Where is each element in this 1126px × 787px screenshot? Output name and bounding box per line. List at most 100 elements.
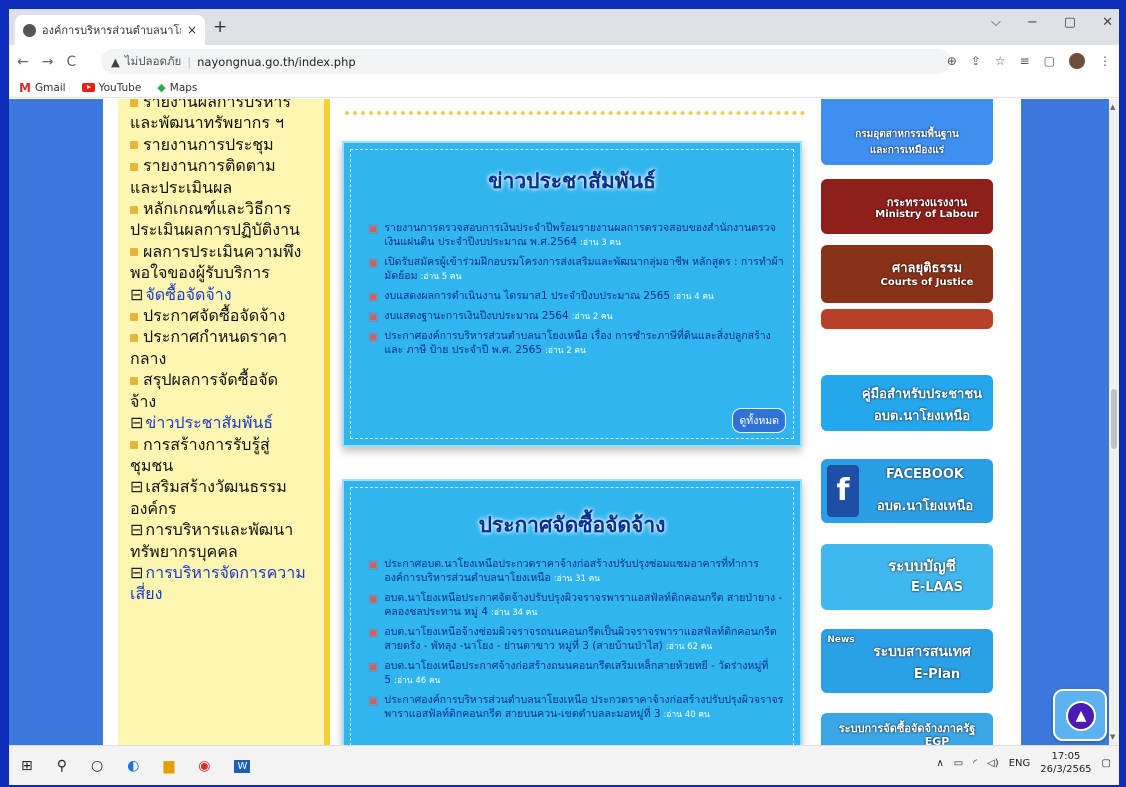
sidebar-menu-item[interactable]: พอใจของผู้รับบริการ (130, 262, 324, 283)
sidebar-menu-item[interactable]: และประเมินผล (130, 177, 324, 198)
warning-icon[interactable]: ▲ (111, 55, 120, 69)
list-item[interactable]: ▣ ประกาศองค์การบริหารส่วนตำบลนาโยงเหนือ เ… (368, 329, 788, 358)
list-item-text[interactable]: ประกาศอบต.นาโยงเหนือประกวดราคาจ้างก่อสร้… (384, 557, 788, 586)
sidebar-menu-item[interactable]: รายงานผลการบริหาร (130, 99, 324, 112)
list-item[interactable]: ▣ อบต.นาโยงเหนือจ้างซ่อมผิวจราจรถนนคอนกรี… (368, 625, 788, 654)
list-item-text[interactable]: งบแสดงฐานะการเงินปีงบประมาณ 2564:อ่าน 2 … (384, 309, 612, 324)
facebook-banner[interactable]: f FACEBOOK อบต.นาโยงเหนือ (821, 459, 993, 523)
file-explorer-icon[interactable]: ▆ (163, 758, 174, 774)
sidebar-menu-item[interactable]: เสี่ยง (130, 583, 324, 604)
sidebar-menu-item[interactable]: ประกาศกำหนดราคา (130, 326, 324, 347)
list-item[interactable]: ▣ งบแสดงผลการดำเนินงาน ไตรมาส1 ประจำปีงบป… (368, 289, 788, 304)
dbd-link-banner[interactable]: กรมอุตสาหกรรมพื้นฐาน และการเหมืองแร่ (821, 99, 993, 165)
sidebar-menu-item[interactable]: ⊟ จัดซื้อจัดจ้าง (130, 284, 324, 305)
list-item-text[interactable]: งบแสดงผลการดำเนินงาน ไตรมาส1 ประจำปีงบปร… (384, 289, 713, 304)
sidebar-menu-item[interactable]: จ้าง (130, 391, 324, 412)
list-item-text[interactable]: อบต.นาโยงเหนือจ้างซ่อมผิวจราจรถนนคอนกรีต… (384, 625, 788, 654)
profile-avatar[interactable] (1069, 53, 1085, 69)
folder-icon: ▣ (368, 558, 379, 571)
word-icon[interactable]: W (234, 759, 251, 773)
volume-icon[interactable]: ◁) (987, 758, 999, 769)
list-item-text[interactable]: อบต.นาโยงเหนือประกาศจัดจ้างปรับปรุงผิวจร… (384, 591, 788, 620)
zoom-icon[interactable]: ⊕ (947, 54, 957, 68)
bookmark-gmail[interactable]: M Gmail (19, 81, 66, 95)
labour-ministry-banner[interactable]: กระทรวงแรงงาน Ministry of Labour (821, 179, 993, 234)
new-tab-button[interactable]: + (213, 17, 227, 37)
side-panel-icon[interactable]: ▢ (1044, 54, 1055, 68)
scrollbar-thumb[interactable] (1111, 389, 1117, 449)
scroll-down-arrow-icon[interactable]: ▼ (1110, 733, 1115, 741)
sidebar-menu-item[interactable]: รายงานการประชุม (130, 134, 324, 155)
e-plan-banner[interactable]: News ระบบสารสนเทศ E-Plan (821, 629, 993, 693)
page-scrollbar[interactable]: ▲ ▼ (1109, 99, 1119, 745)
language-indicator[interactable]: ENG (1009, 758, 1031, 769)
list-item-text[interactable]: ประกาศองค์การบริหารส่วนตำบลนาโยงเหนือ ปร… (384, 693, 788, 722)
close-window-button[interactable]: ✕ (1102, 15, 1113, 30)
url-text[interactable]: nayongnua.go.th/index.php (197, 55, 356, 69)
bookmark-youtube[interactable]: YouTube (81, 82, 141, 94)
sidebar-menu-item[interactable]: ⊟ การบริหารและพัฒนา (130, 519, 324, 540)
menu-dots-icon[interactable]: ⋮ (1099, 54, 1111, 68)
edge-icon[interactable]: ◐ (127, 758, 139, 774)
back-button[interactable]: ← (17, 54, 29, 70)
sidebar-menu-item[interactable]: ประกาศจัดซื้อจัดจ้าง (130, 305, 324, 326)
citizen-manual-banner[interactable]: คู่มือสำหรับประชาชน อบต.นาโยงเหนือ (821, 375, 993, 431)
bookmark-maps[interactable]: ◆ Maps (157, 81, 197, 94)
egp-banner[interactable]: ระบบการจัดซื้อจัดจ้างภาครัฐ EGP (821, 713, 993, 745)
url-bar[interactable]: ▲ ไม่ปลอดภัย | nayongnua.go.th/index.php (101, 49, 951, 74)
network-icon[interactable]: ◜ (973, 758, 977, 769)
list-item[interactable]: ▣ ประกาศองค์การบริหารส่วนตำบลนาโยงเหนือ ป… (368, 693, 788, 722)
sidebar-menu-item[interactable]: สรุปผลการจัดซื้อจัด (130, 369, 324, 390)
list-item[interactable]: ▣ เปิดรับสมัครผู้เข้าร่วมฝึกอบรมโครงการส่… (368, 255, 788, 284)
sidebar-menu-item[interactable]: ⊟ การบริหารจัดการความ (130, 562, 324, 583)
sidebar-menu-item[interactable]: ผลการประเมินความพึง (130, 241, 324, 262)
sidebar-menu-item[interactable]: และพัฒนาทรัพยากร ฯ (130, 112, 324, 133)
battery-icon[interactable]: ▭ (954, 758, 963, 769)
list-item[interactable]: ▣ งบแสดงฐานะการเงินปีงบประมาณ 2564:อ่าน 2… (368, 309, 788, 324)
sidebar-menu-item[interactable]: ประเมินผลการปฏิบัติงาน (130, 219, 324, 240)
sidebar-menu-item[interactable]: องค์กร (130, 498, 324, 519)
sidebar-menu-item[interactable]: กลาง (130, 348, 324, 369)
show-hidden-icons-icon[interactable]: ∧ (936, 758, 943, 769)
sidebar-menu-item[interactable]: รายงานการติดตาม (130, 155, 324, 176)
list-item[interactable]: ▣ อบต.นาโยงเหนือประกาศจัดจ้างปรับปรุงผิวจ… (368, 591, 788, 620)
clock[interactable]: 17:05 26/3/2565 (1040, 750, 1091, 776)
reload-button[interactable]: C (66, 54, 76, 70)
scroll-to-top-button[interactable]: ▲ (1053, 689, 1107, 741)
list-item-text[interactable]: รายงานการตรวจสอบการเงินประจำปีพร้อมรายงา… (384, 221, 788, 250)
minimize-button[interactable]: − (1027, 15, 1038, 30)
sidebar-menu-item[interactable]: หลักเกณฑ์และวิธีการ (130, 198, 324, 219)
chrome-icon[interactable]: ◉ (198, 758, 210, 774)
sidebar-menu-item[interactable]: ชุมชน (130, 455, 324, 476)
bookmark-star-icon[interactable]: ☆ (995, 54, 1006, 68)
notifications-icon[interactable]: ▢ (1102, 758, 1111, 769)
see-all-news-button[interactable]: ดูทั้งหมด (732, 408, 786, 433)
sidebar-menu-item[interactable]: ⊟ เสริมสร้างวัฒนธรรม (130, 476, 324, 497)
browser-tab[interactable]: องค์การบริหารส่วนตำบลนาโยงเหนือ × (15, 15, 205, 45)
search-icon[interactable]: ⚲ (57, 758, 67, 774)
web-page: รายงานผลการบริหาร และพัฒนาทรัพยากร ฯรายงา… (9, 99, 1109, 745)
list-item-text[interactable]: ประกาศองค์การบริหารส่วนตำบลนาโยงเหนือ เร… (384, 329, 788, 358)
tab-search-icon[interactable]: ⌵ (991, 15, 1001, 30)
windows-start-icon[interactable]: ⊞ (21, 758, 33, 774)
tab-close-icon[interactable]: × (187, 23, 197, 37)
browser-window: องค์การบริหารส่วนตำบลนาโยงเหนือ × + ⌵ − … (9, 9, 1119, 785)
task-view-icon[interactable]: ○ (91, 758, 103, 774)
sidebar-menu-item[interactable]: ทรัพยากรบุคคล (130, 541, 324, 562)
scroll-up-arrow-icon[interactable]: ▲ (1110, 103, 1115, 111)
e-laas-banner[interactable]: ระบบบัญชี E-LAAS (821, 544, 993, 610)
list-item[interactable]: ▣ รายงานการตรวจสอบการเงินประจำปีพร้อมรายง… (368, 221, 788, 250)
sidebar-menu-item[interactable]: ⊟ ข่าวประชาสัมพันธ์ (130, 412, 324, 433)
reading-list-icon[interactable]: ≡ (1020, 54, 1030, 68)
list-item-text[interactable]: อบต.นาโยงเหนือประกาศจ้างก่อสร้างถนนคอนกร… (384, 659, 788, 688)
forward-button[interactable]: → (42, 54, 54, 70)
share-icon[interactable]: ⇪ (971, 54, 981, 68)
list-item[interactable]: ▣ อบต.นาโยงเหนือประกาศจ้างก่อสร้างถนนคอนก… (368, 659, 788, 688)
partial-banner[interactable] (821, 309, 993, 329)
courts-of-justice-banner[interactable]: ศาลยุติธรรม Courts of Justice (821, 245, 993, 303)
sidebar-menu-item[interactable]: การสร้างการรับรู้สู่ (130, 434, 324, 455)
maximize-button[interactable]: ▢ (1064, 15, 1076, 30)
list-item[interactable]: ▣ ประกาศอบต.นาโยงเหนือประกวดราคาจ้างก่อสร… (368, 557, 788, 586)
list-item-text[interactable]: เปิดรับสมัครผู้เข้าร่วมฝึกอบรมโครงการส่ง… (384, 255, 788, 284)
sidebar-menu-label: ประเมินผลการปฏิบัติงาน (130, 220, 300, 240)
